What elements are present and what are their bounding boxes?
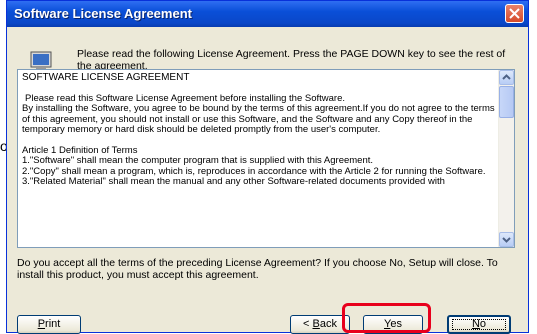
license-content: SOFTWARE LICENSE AGREEMENT Please read t… <box>22 72 496 188</box>
print-button[interactable]: Print <box>17 315 81 334</box>
yes-button[interactable]: Yes <box>363 315 423 334</box>
button-label-rest: rint <box>45 318 61 330</box>
button-label-rest: ack <box>319 318 337 330</box>
button-label-prefix: < <box>303 318 313 330</box>
license-title: SOFTWARE LICENSE AGREEMENT <box>22 72 190 83</box>
scrollbar-thumb[interactable] <box>499 86 514 118</box>
close-button[interactable] <box>505 4 524 23</box>
chevron-up-icon <box>502 74 511 80</box>
back-button[interactable]: < Back <box>290 315 350 334</box>
window-title: Software License Agreement <box>14 6 192 21</box>
chevron-down-icon <box>502 237 511 243</box>
title-bar[interactable]: Software License Agreement <box>7 1 528 27</box>
license-term: 3."Related Material" shall mean the manu… <box>22 176 445 187</box>
focus-rectangle <box>452 319 506 330</box>
license-paragraph: By installing the Software, you agree to… <box>22 103 495 135</box>
close-icon <box>509 8 520 19</box>
button-accelerator: B <box>312 318 320 330</box>
no-button[interactable]: No <box>447 315 511 334</box>
scroll-up-button[interactable] <box>499 70 514 85</box>
license-dialog: Software License Agreement Please read t… <box>6 0 529 334</box>
accept-question: Do you accept all the terms of the prece… <box>17 257 498 281</box>
license-term: 1."Software" shall mean the computer pro… <box>22 155 374 166</box>
vertical-scrollbar[interactable] <box>498 70 514 247</box>
button-accelerator: P <box>37 318 46 330</box>
license-text-area[interactable]: SOFTWARE LICENSE AGREEMENT Please read t… <box>17 69 515 248</box>
button-label-rest: es <box>390 318 402 330</box>
scroll-down-button[interactable] <box>499 232 514 247</box>
